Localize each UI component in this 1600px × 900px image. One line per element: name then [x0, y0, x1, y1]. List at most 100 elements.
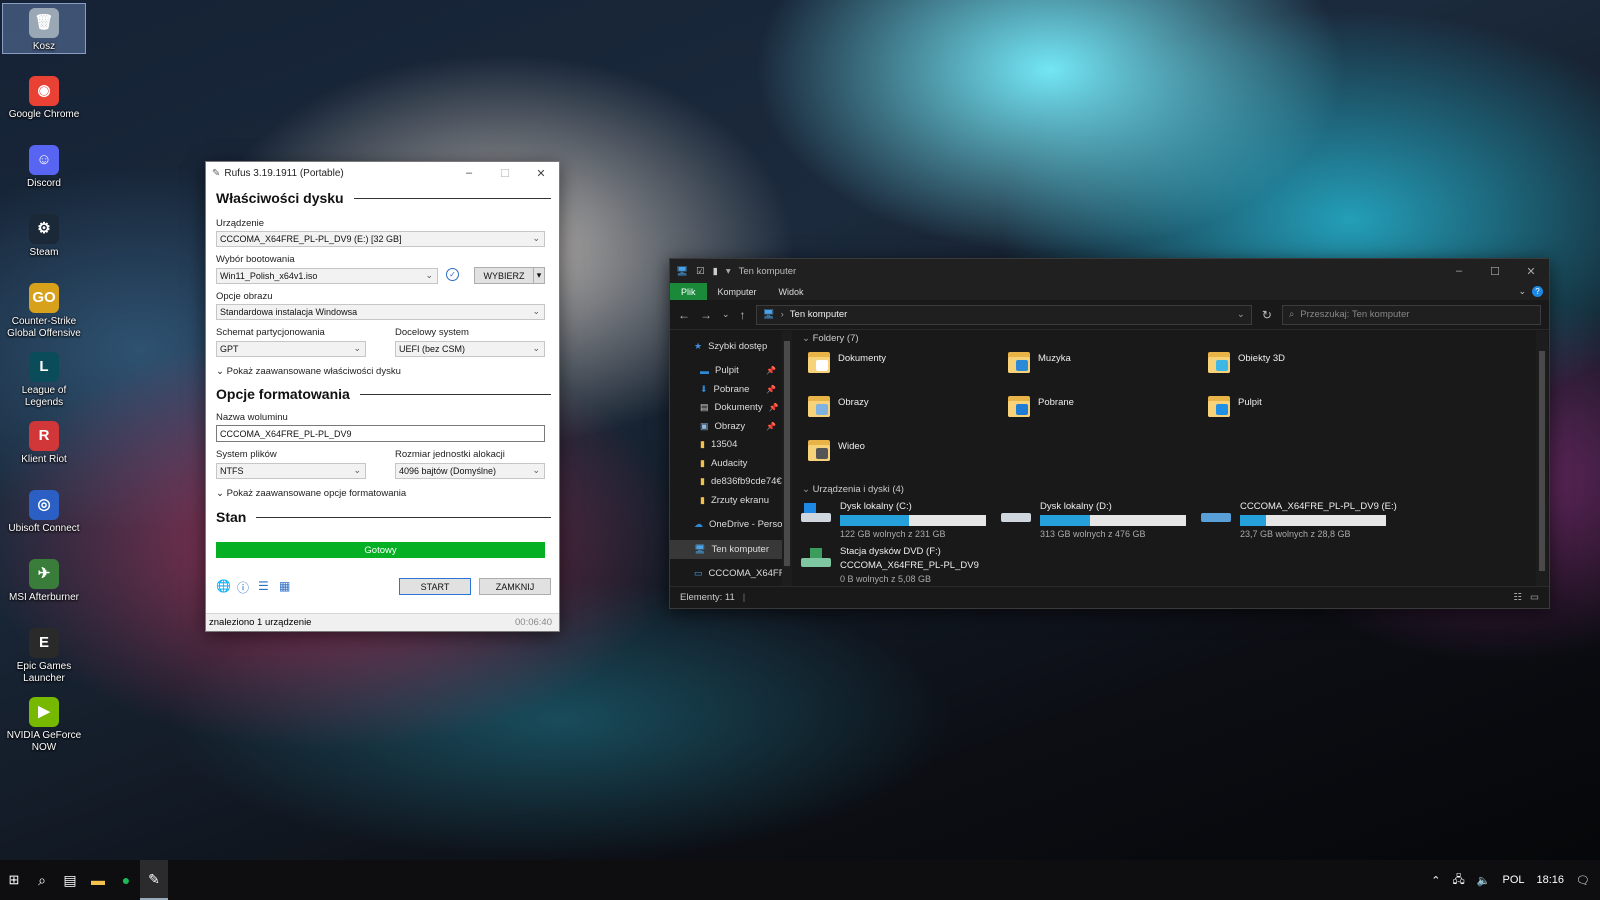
task-view-icon[interactable]: ▤: [56, 860, 84, 900]
details-view-icon[interactable]: ☷: [1513, 592, 1522, 603]
back-arrow-icon[interactable]: ←: [678, 308, 690, 322]
desktop-icon[interactable]: E Epic Games Launcher: [2, 624, 86, 685]
minimize-button[interactable]: –: [1441, 265, 1477, 278]
pin-icon[interactable]: 📌: [766, 422, 782, 431]
maximize-button[interactable]: ☐: [487, 167, 523, 180]
scrollbar-thumb[interactable]: [784, 341, 790, 566]
nav-item[interactable]: ▮ Audacity: [670, 454, 782, 473]
up-arrow-icon[interactable]: ↑: [740, 308, 746, 322]
network-icon[interactable]: 🖧: [1453, 871, 1465, 890]
maximize-button[interactable]: ☐: [1477, 265, 1513, 278]
new-folder-quick-icon[interactable]: ▮: [713, 266, 718, 277]
desktop-icon[interactable]: ◎ Ubisoft Connect: [2, 486, 86, 535]
pin-icon[interactable]: 📌: [766, 366, 782, 375]
folder-item[interactable]: Obiekty 3D: [1206, 349, 1285, 375]
folders-group-header[interactable]: ⌄ Foldery (7): [802, 333, 859, 344]
language-globe-icon[interactable]: 🌐: [216, 579, 231, 593]
chevron-down-icon[interactable]: ⌄: [1237, 309, 1245, 320]
nav-item[interactable]: ▮ 13504: [670, 436, 782, 455]
search-icon[interactable]: ⌕: [28, 860, 56, 900]
filesystem-select[interactable]: NTFS ⌄: [216, 463, 366, 479]
select-image-button[interactable]: WYBIERZ: [474, 267, 534, 284]
desktop-icon[interactable]: L League of Legends: [2, 348, 86, 409]
explorer-titlebar[interactable]: 🖥 ☑ ▮ ▾ Ten komputer – ☐ ✕: [670, 259, 1549, 283]
refresh-icon[interactable]: ↻: [1262, 308, 1272, 322]
address-bar[interactable]: 🖥 › Ten komputer ⌄: [755, 304, 1252, 325]
desktop-icon[interactable]: GO Counter-Strike Global Offensive: [2, 279, 86, 340]
settings-sliders-icon[interactable]: ☰: [258, 579, 269, 593]
drives-group-header[interactable]: ⌄ Urządzenia i dyski (4): [802, 484, 904, 495]
folder-item[interactable]: Pobrane: [1006, 393, 1074, 419]
folder-item[interactable]: Wideo: [806, 437, 865, 463]
quick-access-dropdown-icon[interactable]: ▾: [726, 266, 731, 277]
boot-select[interactable]: Win11_Polish_x64v1.iso ⌄: [216, 268, 438, 284]
advanced-format-toggle[interactable]: ⌄ Pokaż zaawansowane opcje formatowania: [216, 488, 406, 499]
nav-item[interactable]: 🖥 Ten komputer: [670, 540, 782, 559]
expand-ribbon-icon[interactable]: ⌄: [1518, 286, 1526, 297]
nav-item[interactable]: ▤ Dokumenty 📌: [670, 399, 782, 418]
file-explorer-taskbar-icon[interactable]: ▬: [84, 860, 112, 900]
recent-dropdown-icon[interactable]: ⌄: [722, 309, 730, 320]
large-icons-view-icon[interactable]: ▭: [1530, 592, 1539, 603]
desktop-icon[interactable]: ◉ Google Chrome: [2, 72, 86, 121]
navigation-scrollbar[interactable]: [782, 331, 792, 586]
pin-icon[interactable]: 📌: [769, 403, 782, 412]
spotify-taskbar-icon[interactable]: ●: [112, 860, 140, 900]
advanced-drive-toggle[interactable]: ⌄ Pokaż zaawansowane właściwości dysku: [216, 366, 401, 377]
device-select[interactable]: CCCOMA_X64FRE_PL-PL_DV9 (E:) [32 GB] ⌄: [216, 231, 545, 247]
nav-item[interactable]: ☁ OneDrive - Person: [670, 516, 782, 535]
nav-item[interactable]: ▣ Obrazy 📌: [670, 417, 782, 436]
verify-check-icon[interactable]: ✓: [446, 268, 459, 281]
rufus-titlebar[interactable]: ✎ Rufus 3.19.1911 (Portable) – ☐ ✕: [206, 162, 559, 184]
properties-quick-icon[interactable]: ☑: [696, 266, 705, 277]
forward-arrow-icon[interactable]: →: [700, 308, 712, 322]
folder-item[interactable]: Obrazy: [806, 393, 869, 419]
nav-item[interactable]: ★ Szybki dostęp: [670, 337, 782, 356]
nav-item[interactable]: ▮ de836fb9cde74€: [670, 473, 782, 492]
folder-item[interactable]: Dokumenty: [806, 349, 886, 375]
desktop-icon[interactable]: 🗑 Kosz: [2, 3, 86, 54]
dvd-drive-item[interactable]: Stacja dysków DVD (F:) CCCOMA_X64FRE_PL-P…: [800, 546, 979, 584]
desktop-icon[interactable]: R Klient Riot: [2, 417, 86, 466]
pin-icon[interactable]: 📌: [766, 385, 782, 394]
cluster-select[interactable]: 4096 bajtów (Domyślne) ⌄: [395, 463, 545, 479]
language-indicator[interactable]: POL: [1502, 874, 1524, 886]
desktop-icon[interactable]: ⚙ Steam: [2, 210, 86, 259]
ribbon-tab[interactable]: Widok: [768, 283, 815, 300]
ribbon-tab[interactable]: Plik: [670, 283, 707, 300]
folder-item[interactable]: Muzyka: [1006, 349, 1071, 375]
drive-item[interactable]: Dysk lokalny (D:) 313 GB wolnych z 476 GB: [1000, 501, 1186, 539]
partition-select[interactable]: GPT ⌄: [216, 341, 366, 357]
image-option-select[interactable]: Standardowa instalacja Windowsa ⌄: [216, 304, 545, 320]
clock[interactable]: 18:16: [1537, 874, 1565, 886]
help-icon[interactable]: ?: [1532, 286, 1543, 297]
volume-icon[interactable]: 🔈: [1477, 874, 1491, 887]
nav-item[interactable]: ⬇ Pobrane 📌: [670, 380, 782, 399]
log-table-icon[interactable]: ▦: [279, 579, 290, 593]
notifications-icon[interactable]: 🗨: [1576, 874, 1590, 887]
content-scrollbar[interactable]: [1536, 331, 1548, 586]
about-info-icon[interactable]: ⓘ: [237, 579, 249, 596]
desktop-icon[interactable]: ✈ MSI Afterburner: [2, 555, 86, 604]
desktop-icon[interactable]: ▶ NVIDIA GeForce NOW: [2, 693, 86, 754]
nav-item[interactable]: ▭ CCCOMA_X64FRE_: [670, 565, 782, 584]
nav-item[interactable]: ▬ Pulpit 📌: [670, 362, 782, 381]
select-dropdown-button[interactable]: ▾: [533, 267, 545, 284]
folder-item[interactable]: Pulpit: [1206, 393, 1262, 419]
ribbon-tab[interactable]: Komputer: [707, 283, 768, 300]
rufus-taskbar-icon[interactable]: ✎: [140, 860, 168, 900]
start-button[interactable]: START: [399, 578, 471, 595]
search-input[interactable]: ⌕ Przeszukaj: Ten komputer: [1281, 304, 1541, 325]
scrollbar-thumb[interactable]: [1539, 351, 1545, 571]
close-button[interactable]: ✕: [1513, 265, 1549, 278]
nav-item[interactable]: ▮ Zrzuty ekranu: [670, 491, 782, 510]
minimize-button[interactable]: –: [451, 167, 487, 180]
desktop-icon[interactable]: ☺ Discord: [2, 141, 86, 190]
start-button[interactable]: ⊞: [0, 860, 28, 900]
drive-item[interactable]: CCCOMA_X64FRE_PL-PL_DV9 (E:) 23,7 GB woln…: [1200, 501, 1397, 539]
tray-overflow-icon[interactable]: ⌃: [1431, 874, 1440, 887]
target-select[interactable]: UEFI (bez CSM) ⌄: [395, 341, 545, 357]
close-button[interactable]: ✕: [523, 167, 559, 180]
drive-item[interactable]: Dysk lokalny (C:) 122 GB wolnych z 231 GB: [800, 501, 986, 539]
close-dialog-button[interactable]: ZAMKNIJ: [479, 578, 551, 595]
